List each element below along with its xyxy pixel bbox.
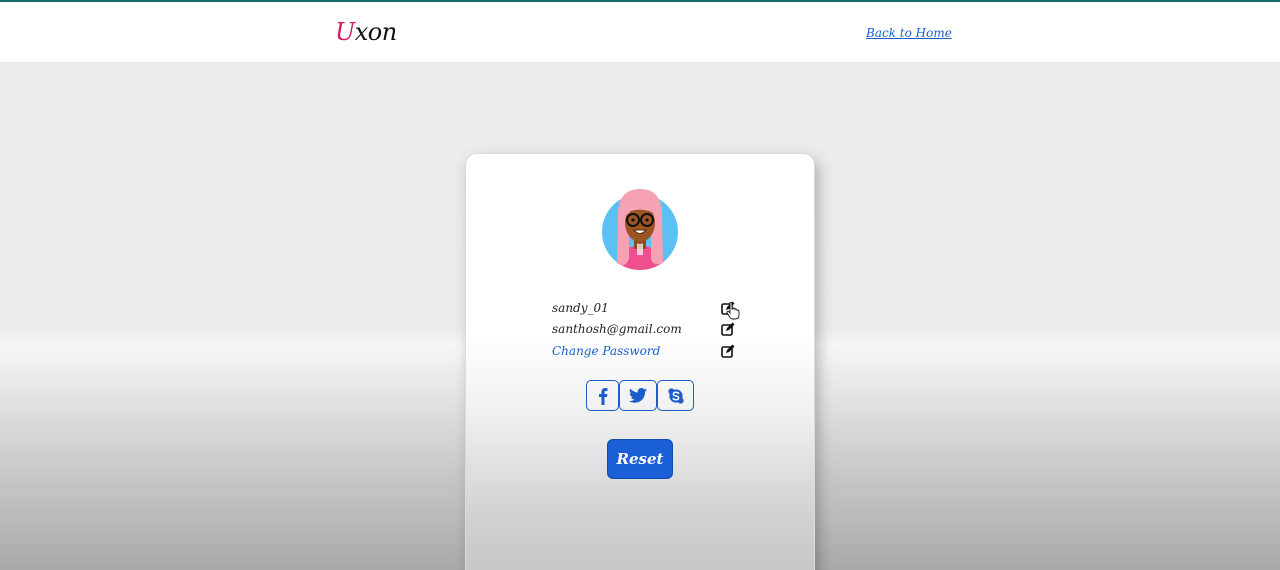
facebook-button[interactable] (586, 380, 619, 411)
header-bar: Uxon Back to Home (0, 2, 1280, 62)
change-password-link[interactable]: Change Password (552, 342, 660, 360)
edit-password-icon[interactable] (721, 344, 735, 358)
avatar (602, 189, 678, 270)
back-to-home-link[interactable]: Back to Home (866, 25, 952, 41)
skype-button[interactable] (657, 380, 694, 411)
email-value: santhosh@gmail.com (552, 322, 682, 336)
logo[interactable]: Uxon (335, 18, 397, 46)
facebook-icon (598, 387, 607, 405)
skype-icon (667, 387, 684, 404)
hand-cursor-icon (726, 302, 740, 320)
reset-button[interactable]: Reset (607, 439, 673, 479)
twitter-icon (629, 388, 647, 403)
logo-initial: U (335, 18, 355, 46)
logo-text: xon (354, 18, 397, 46)
username-value: sandy_01 (552, 301, 609, 315)
twitter-button[interactable] (619, 380, 657, 411)
edit-email-icon[interactable] (721, 322, 735, 336)
profile-card: sandy_01 santhosh@gmail.com Change Passw… (465, 153, 815, 570)
